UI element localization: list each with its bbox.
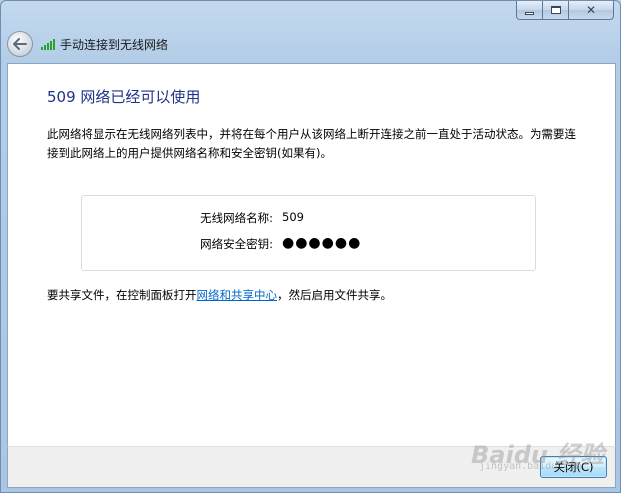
security-key-value: ●●●●●● — [282, 235, 362, 251]
wizard-header: 手动连接到无线网络 — [7, 29, 616, 59]
header-title: 手动连接到无线网络 — [60, 37, 169, 52]
network-name-label: 无线网络名称: — [200, 211, 273, 225]
maximize-button[interactable] — [543, 1, 569, 20]
share-instruction: 要共享文件，在控制面板打开网络和共享中心，然后启用文件共享。 — [47, 287, 392, 303]
back-button[interactable] — [7, 31, 33, 57]
minimize-button[interactable] — [516, 1, 543, 20]
minimize-icon — [525, 11, 534, 15]
description-text: 此网络将显示在无线网络列表中，并将在每个用户从该网络上断开连接之前一直处于活动状… — [47, 127, 576, 160]
security-key-label: 网络安全密钥: — [200, 237, 273, 251]
share-prefix: 要共享文件，在控制面板打开 — [47, 288, 197, 302]
network-sharing-center-link[interactable]: 网络和共享中心 — [197, 288, 278, 302]
window-close-button[interactable]: ✕ — [569, 1, 614, 20]
network-name-value: 509 — [282, 210, 304, 224]
share-suffix: ，然后启用文件共享。 — [277, 288, 392, 302]
baidu-watermark-url: jingyan.baidu.com — [479, 461, 582, 472]
wireless-signal-icon — [41, 38, 55, 50]
dialog-window: ✕ 手动连接到无线网络 509 网络已经可以使用 此网络将显示在无线网络列表中，… — [0, 0, 621, 493]
maximize-icon — [550, 6, 561, 14]
close-icon: ✕ — [585, 3, 597, 17]
page-title: 509 网络已经可以使用 — [47, 88, 201, 106]
caption-buttons: ✕ — [516, 1, 614, 20]
back-arrow-icon — [13, 38, 27, 50]
network-info-box: 无线网络名称: 509 网络安全密钥: ●●●●●● — [81, 195, 536, 271]
content-panel: 509 网络已经可以使用 此网络将显示在无线网络列表中，并将在每个用户从该网络上… — [7, 63, 616, 446]
